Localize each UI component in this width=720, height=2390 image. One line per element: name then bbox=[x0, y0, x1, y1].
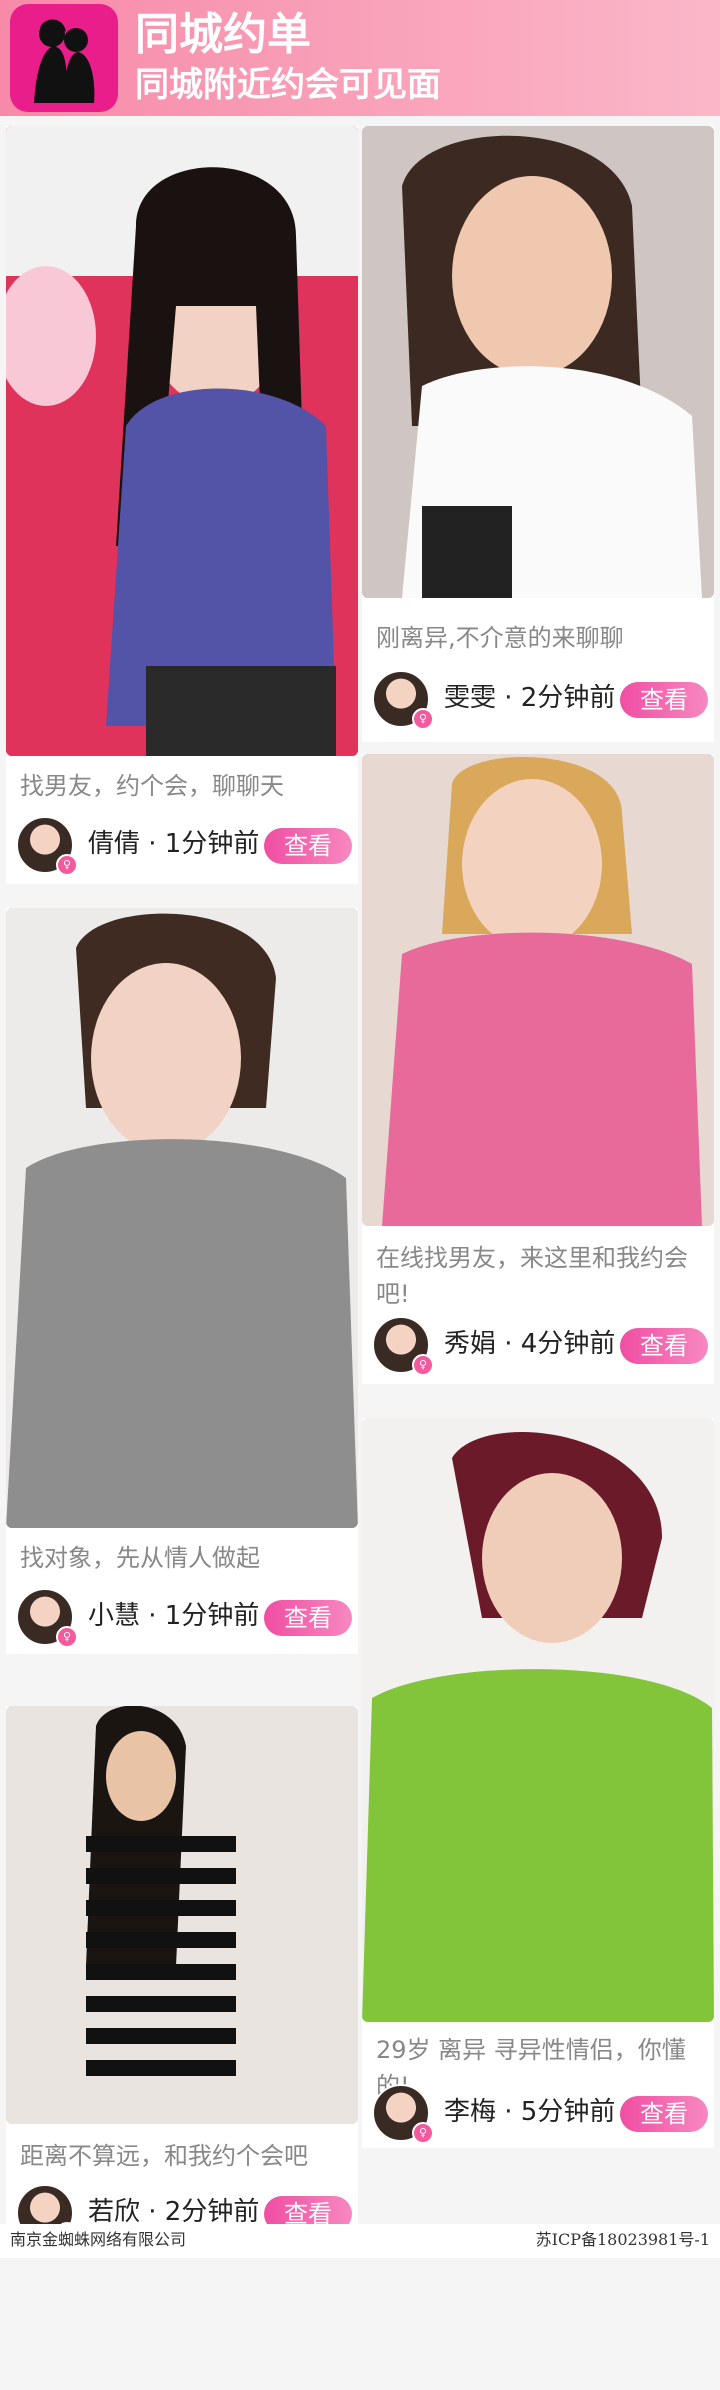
profile-card[interactable]: 刚离异,不介意的来聊聊 ♀ 雯雯 · 2分钟前 查看 bbox=[362, 126, 714, 742]
female-icon: ♀ bbox=[56, 1626, 78, 1648]
profile-name: 小慧 · 1分钟前 bbox=[88, 1601, 260, 1631]
woman-photo-icon bbox=[6, 1706, 358, 2124]
app-logo-icon bbox=[10, 4, 118, 112]
couple-silhouette-icon bbox=[34, 19, 95, 103]
woman-photo-icon bbox=[6, 908, 358, 1528]
page-title: 同城约单 bbox=[135, 9, 311, 60]
profile-card[interactable]: 找对象，先从情人做起 ♀ 小慧 · 1分钟前 查看 bbox=[6, 908, 358, 1654]
profile-meta: ♀ 雯雯 · 2分钟前 查看 bbox=[372, 670, 708, 730]
female-icon: ♀ bbox=[412, 1354, 434, 1376]
view-button[interactable]: 查看 bbox=[620, 682, 708, 718]
profile-meta: ♀ 倩倩 · 1分钟前 查看 bbox=[16, 816, 352, 876]
profile-caption: 找对象，先从情人做起 bbox=[20, 1544, 260, 1572]
view-button[interactable]: 查看 bbox=[620, 2096, 708, 2132]
female-icon: ♀ bbox=[56, 854, 78, 876]
woman-photo-icon bbox=[362, 1418, 714, 2022]
female-icon: ♀ bbox=[412, 2122, 434, 2144]
view-button[interactable]: 查看 bbox=[264, 828, 352, 864]
woman-photo-icon bbox=[362, 754, 714, 1226]
footer-icp[interactable]: 苏ICP备18023981号-1 bbox=[536, 2228, 710, 2252]
profile-photo[interactable] bbox=[362, 1418, 714, 2022]
profile-caption: 找男友，约个会，聊聊天 bbox=[20, 772, 284, 800]
profile-meta: ♀ 李梅 · 5分钟前 查看 bbox=[372, 2084, 708, 2144]
profile-card[interactable]: 29岁 离异 寻异性情侣，你懂的! ♀ 李梅 · 5分钟前 查看 bbox=[362, 1418, 714, 2148]
profile-name: 倩倩 · 1分钟前 bbox=[88, 829, 260, 859]
profile-name: 雯雯 · 2分钟前 bbox=[444, 683, 616, 713]
woman-photo-icon bbox=[362, 126, 714, 598]
footer: 南京金蜘蛛网络有限公司 苏ICP备18023981号-1 bbox=[0, 2224, 720, 2258]
view-button[interactable]: 查看 bbox=[620, 1328, 708, 1364]
page-subtitle: 同城附近约会可见面 bbox=[135, 65, 441, 105]
profile-card[interactable]: 距离不算远，和我约个会吧 ♀ 若欣 · 2分钟前 查看 bbox=[6, 1706, 358, 2250]
profile-card[interactable]: 找男友，约个会，聊聊天 ♀ 倩倩 · 1分钟前 查看 bbox=[6, 126, 358, 884]
app-header: 同城约单 同城附近约会可见面 bbox=[0, 0, 720, 116]
profile-photo[interactable] bbox=[362, 754, 714, 1226]
profile-caption: 在线找男友，来这里和我约会吧! bbox=[376, 1244, 688, 1308]
profile-caption: 距离不算远，和我约个会吧 bbox=[20, 2142, 308, 2170]
woman-photo-icon bbox=[6, 126, 358, 756]
female-icon: ♀ bbox=[412, 708, 434, 730]
profile-photo[interactable] bbox=[6, 1706, 358, 2124]
profile-name: 秀娟 · 4分钟前 bbox=[444, 1329, 616, 1359]
profile-photo[interactable] bbox=[6, 908, 358, 1528]
profile-photo[interactable] bbox=[6, 126, 358, 756]
profile-photo[interactable] bbox=[362, 126, 714, 598]
footer-company: 南京金蜘蛛网络有限公司 bbox=[10, 2230, 187, 2249]
profile-name: 李梅 · 5分钟前 bbox=[444, 2097, 616, 2127]
view-button[interactable]: 查看 bbox=[264, 1600, 352, 1636]
profile-meta: ♀ 小慧 · 1分钟前 查看 bbox=[16, 1588, 352, 1648]
profile-caption: 刚离异,不介意的来聊聊 bbox=[376, 624, 624, 652]
profile-meta: ♀ 秀娟 · 4分钟前 查看 bbox=[372, 1316, 708, 1376]
profile-card[interactable]: 在线找男友，来这里和我约会吧! ♀ 秀娟 · 4分钟前 查看 bbox=[362, 754, 714, 1384]
